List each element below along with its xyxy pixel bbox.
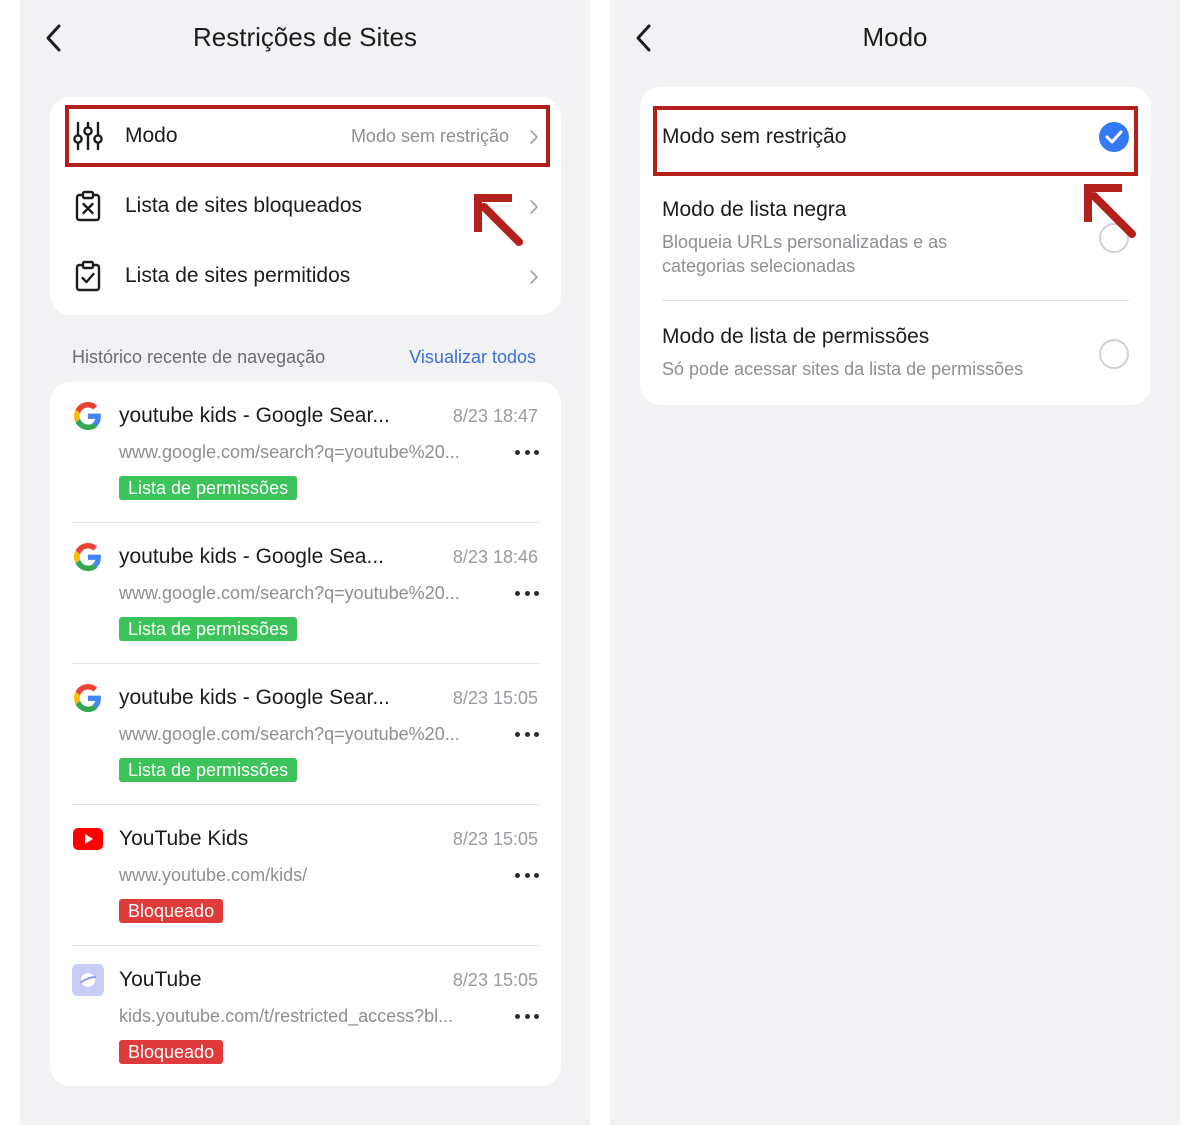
status-badge: Bloqueado [119,899,224,923]
history-item[interactable]: YouTube Kids 8/23 15:05 www.youtube.com/… [50,805,561,946]
mode-options-card: Modo sem restrição Modo de lista negra B… [640,87,1151,405]
mode-screen: Modo Modo sem restrição Modo de lista ne… [610,0,1180,1125]
history-item-url: www.google.com/search?q=youtube%20... [119,583,460,603]
menu-row-blocked-sites[interactable]: Lista de sites bloqueados [50,171,561,241]
clipboard-check-icon [75,260,101,292]
view-all-link[interactable]: Visualizar todos [409,345,536,369]
chevron-right-icon [530,270,538,284]
generic-site-icon [72,964,104,996]
mode-option-unrestricted[interactable]: Modo sem restrição [640,87,1151,177]
more-options-icon[interactable] [515,442,539,462]
more-options-icon[interactable] [515,724,539,744]
sliders-icon [73,121,103,151]
menu-row-value: Modo sem restrição [350,126,509,146]
youtube-icon [72,823,104,855]
menu-row-mode[interactable]: Modo Modo sem restrição [50,101,561,171]
radio-unchecked-icon[interactable] [1099,339,1129,369]
status-badge: Lista de permissões [119,476,298,500]
radio-unchecked-icon[interactable] [1099,223,1129,253]
history-item[interactable]: youtube kids - Google Sea... 8/23 18:46 … [50,523,561,664]
history-item-url: www.youtube.com/kids/ [119,865,308,885]
status-badge: Bloqueado [119,1040,224,1064]
more-options-icon[interactable] [515,1006,539,1026]
google-icon [72,541,104,573]
history-item-url: kids.youtube.com/t/restricted_access?bl.… [119,1006,454,1026]
history-item-url: www.google.com/search?q=youtube%20... [119,442,460,462]
mode-option-description: Só pode acessar sites da lista de permis… [662,359,1024,379]
history-item-title: YouTube Kids [119,827,249,850]
history-item-time: 8/23 15:05 [452,970,538,990]
chevron-right-icon [530,200,538,214]
history-item[interactable]: YouTube 8/23 15:05 kids.youtube.com/t/re… [50,946,561,1087]
radio-checked-icon[interactable] [1099,122,1129,152]
history-item-time: 8/23 18:47 [452,406,538,426]
mode-option-allowlist[interactable]: Modo de lista de permissões Só pode aces… [640,301,1151,405]
history-item-title: youtube kids - Google Sea... [119,545,384,568]
more-options-icon[interactable] [515,583,539,603]
history-item-time: 8/23 15:05 [452,688,538,708]
history-item-url: www.google.com/search?q=youtube%20... [119,724,460,744]
history-section-header: Histórico recente de navegação [72,347,326,367]
menu-row-label: Modo [125,124,178,147]
history-item-time: 8/23 18:46 [452,547,538,567]
mode-option-title: Modo sem restrição [662,125,847,148]
google-icon [72,400,104,432]
history-item[interactable]: youtube kids - Google Sear... 8/23 18:47… [50,382,561,523]
page-title: Modo [862,22,928,52]
history-item-title: youtube kids - Google Sear... [119,686,390,709]
history-item-title: YouTube [119,968,202,991]
more-options-icon[interactable] [515,865,539,885]
settings-menu-card: Modo Modo sem restrição Lista de sites b… [50,97,561,315]
mode-option-title: Modo de lista negra [662,198,847,221]
status-badge: Lista de permissões [119,758,298,782]
history-item[interactable]: youtube kids - Google Sear... 8/23 15:05… [50,664,561,805]
mode-option-blacklist[interactable]: Modo de lista negra Bloqueia URLs person… [640,177,1151,301]
menu-row-label: Lista de sites permitidos [125,264,351,287]
menu-row-label: Lista de sites bloqueados [125,194,362,217]
site-restrictions-screen: Restrições de Sites Modo Modo sem restri… [20,0,590,1125]
clipboard-x-icon [75,190,101,222]
status-badge: Lista de permissões [119,617,298,641]
history-item-title: youtube kids - Google Sear... [119,404,390,427]
menu-row-allowed-sites[interactable]: Lista de sites permitidos [50,241,561,311]
google-icon [72,682,104,714]
chevron-right-icon [530,130,538,144]
history-item-time: 8/23 15:05 [452,829,538,849]
mode-option-title: Modo de lista de permissões [662,325,930,348]
mode-option-description: Bloqueia URLs personalizadas e as catego… [662,232,948,276]
page-title: Restrições de Sites [193,22,417,52]
history-list: youtube kids - Google Sear... 8/23 18:47… [50,382,561,1086]
